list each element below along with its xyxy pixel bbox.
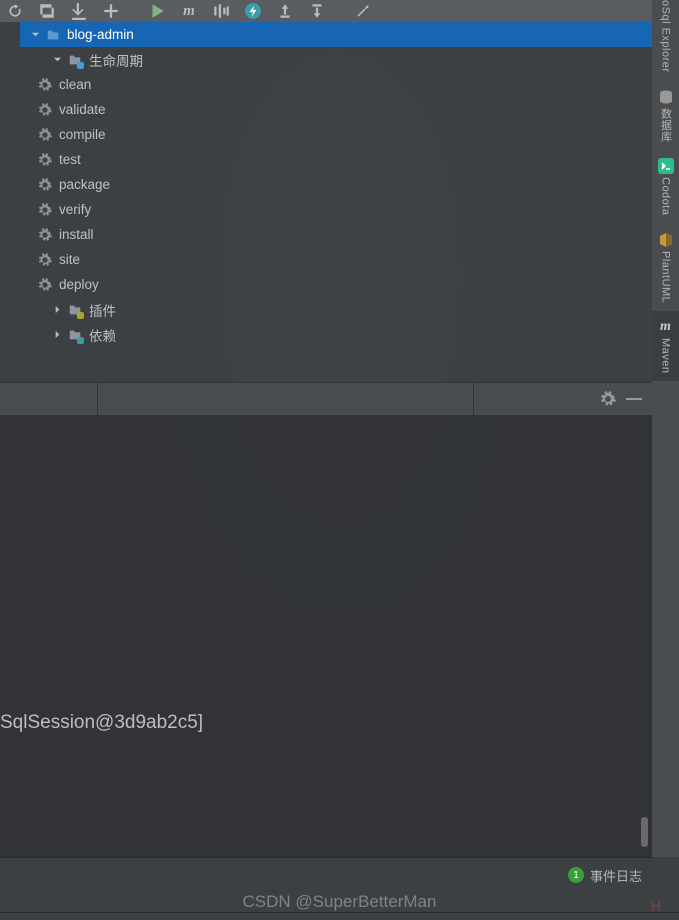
goal-label: test <box>59 152 81 167</box>
refresh-icon[interactable] <box>6 2 24 20</box>
tree-root-blog-admin[interactable]: blog-admin <box>20 22 652 47</box>
m-logo-icon[interactable]: m <box>180 2 198 20</box>
upload-in-icon[interactable] <box>308 2 326 20</box>
stack-icon <box>658 89 674 105</box>
goal-compile[interactable]: compile <box>20 122 652 147</box>
right-tool-rail: oSql Explorer 数据库 Codota PlantUML mMaven <box>652 0 679 857</box>
goal-verify[interactable]: verify <box>20 197 652 222</box>
chevron-right-icon[interactable] <box>50 328 64 342</box>
terminal-icon <box>658 158 674 174</box>
watermark-red: H <box>651 898 661 914</box>
goal-label: validate <box>59 102 106 117</box>
gear-icon <box>37 102 53 118</box>
goal-site[interactable]: site <box>20 247 652 272</box>
console-seg-2 <box>98 383 474 415</box>
wrench-icon[interactable] <box>354 2 372 20</box>
tree-plugins[interactable]: 插件 <box>20 297 652 322</box>
goal-deploy[interactable]: deploy <box>20 272 652 297</box>
console-header <box>0 382 652 416</box>
rail-maven[interactable]: mMaven <box>652 311 679 382</box>
bolt-icon[interactable] <box>244 2 262 20</box>
console-output[interactable]: SqlSession@3d9ab2c5] <box>0 416 652 857</box>
console-seg-1 <box>0 383 98 415</box>
folder-plugins-icon <box>67 302 83 318</box>
chevron-right-icon[interactable] <box>50 303 64 317</box>
upload-out-icon[interactable] <box>276 2 294 20</box>
gear-icon <box>37 202 53 218</box>
goal-clean[interactable]: clean <box>20 72 652 97</box>
goal-label: clean <box>59 77 91 92</box>
tree-dependencies[interactable]: 依赖 <box>20 322 652 347</box>
waveform-icon[interactable] <box>212 2 230 20</box>
gear-icon <box>37 277 53 293</box>
gear-icon <box>37 177 53 193</box>
add-icon[interactable] <box>102 2 120 20</box>
gear-icon <box>37 152 53 168</box>
console-text: SqlSession@3d9ab2c5] <box>0 712 203 734</box>
event-count-badge[interactable]: 1 <box>568 867 584 883</box>
goal-label: deploy <box>59 277 99 292</box>
goal-test[interactable]: test <box>20 147 652 172</box>
status-bar: 1 事件日志 <box>0 857 652 892</box>
bottom-border <box>0 912 679 920</box>
sync-icon[interactable] <box>38 2 56 20</box>
event-log-button[interactable]: 事件日志 <box>590 866 642 885</box>
folder-deps-icon <box>67 327 83 343</box>
chevron-down-icon[interactable] <box>50 53 64 67</box>
tree-label: blog-admin <box>67 27 134 42</box>
scrollbar-thumb[interactable] <box>641 817 648 847</box>
maven-tree-panel: blog-admin 生命周期 clean validate compile t… <box>20 22 652 382</box>
tree-lifecycle[interactable]: 生命周期 <box>20 47 652 72</box>
tree-label: 依赖 <box>89 325 116 345</box>
goal-label: install <box>59 227 94 242</box>
maven-m-icon: m <box>658 319 674 335</box>
rail-codota[interactable]: Codota <box>652 150 679 223</box>
minimize-icon[interactable] <box>626 391 642 407</box>
gear-icon <box>37 127 53 143</box>
chevron-down-icon[interactable] <box>28 28 42 42</box>
cube-icon <box>658 232 674 248</box>
rail-database[interactable]: 数据库 <box>652 81 679 151</box>
goal-validate[interactable]: validate <box>20 97 652 122</box>
folder-gear-icon <box>67 52 83 68</box>
rail-osql-explorer[interactable]: oSql Explorer <box>652 0 679 81</box>
goal-label: site <box>59 252 80 267</box>
maven-toolbar: m <box>0 0 652 22</box>
goal-label: verify <box>59 202 91 217</box>
module-icon <box>45 27 61 43</box>
goal-package[interactable]: package <box>20 172 652 197</box>
gear-icon <box>37 227 53 243</box>
goal-label: package <box>59 177 110 192</box>
goal-label: compile <box>59 127 106 142</box>
watermark: CSDN @SuperBetterMan <box>0 892 679 912</box>
download-icon[interactable] <box>70 2 88 20</box>
play-icon[interactable] <box>148 2 166 20</box>
goal-install[interactable]: install <box>20 222 652 247</box>
tree-label: 插件 <box>89 300 116 320</box>
gear-icon <box>37 252 53 268</box>
gear-icon[interactable] <box>600 391 616 407</box>
tree-label: 生命周期 <box>89 50 143 70</box>
gear-icon <box>37 77 53 93</box>
rail-plantuml[interactable]: PlantUML <box>652 224 679 311</box>
